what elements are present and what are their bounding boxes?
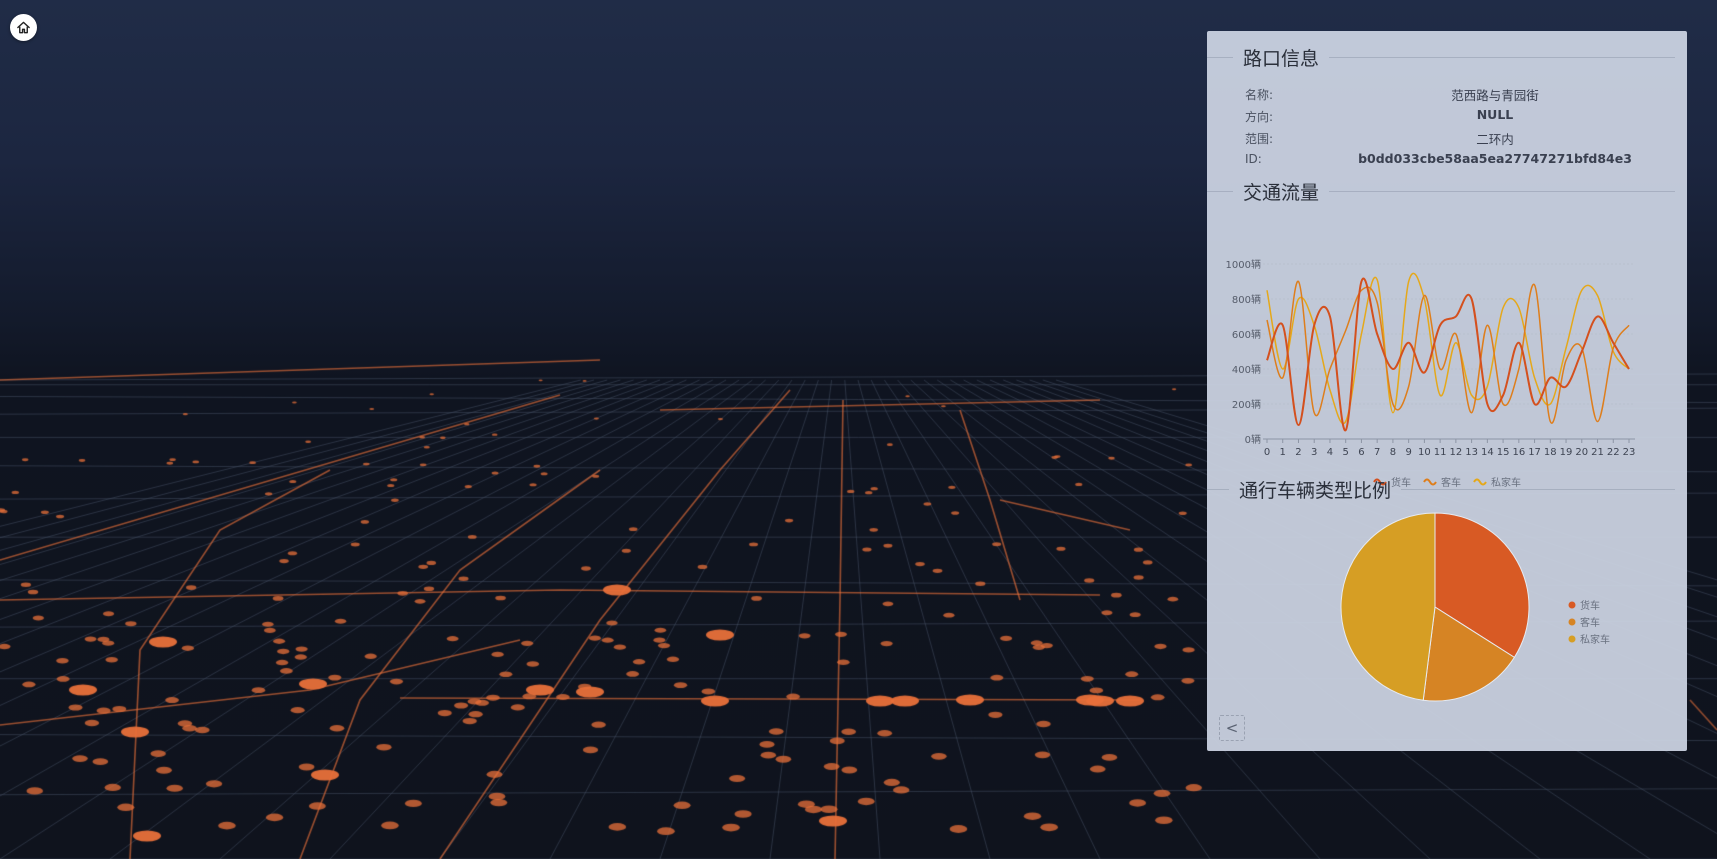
vehicle-ratio-pie-chart[interactable]: 货车客车私家车 — [1207, 511, 1687, 711]
x-tick-label: 17 — [1528, 447, 1541, 458]
legend-label: 客车 — [1580, 616, 1600, 629]
x-tick-label: 15 — [1497, 447, 1510, 458]
y-tick-label: 400辆 — [1232, 363, 1261, 376]
x-tick-label: 19 — [1560, 447, 1573, 458]
pie-legend-item[interactable]: 客车 — [1568, 616, 1601, 629]
x-tick-label: 9 — [1405, 447, 1411, 458]
y-tick-label: 1000辆 — [1226, 258, 1261, 271]
info-value: 二环内 — [1476, 132, 1514, 147]
x-tick-label: 4 — [1327, 447, 1333, 458]
y-tick-label: 0辆 — [1245, 433, 1261, 446]
info-row-direction: 方向: NULL — [1245, 105, 1665, 127]
home-button[interactable] — [10, 14, 37, 41]
x-tick-label: 16 — [1512, 447, 1525, 458]
legend-dot — [1568, 635, 1576, 643]
x-tick-label: 20 — [1575, 447, 1588, 458]
info-value: 范西路与青园街 — [1451, 88, 1539, 103]
intersection-info-header: 路口信息 — [1207, 44, 1687, 70]
x-tick-label: 12 — [1450, 447, 1463, 458]
pie-slice-3[interactable] — [1340, 512, 1436, 701]
x-tick-label: 1 — [1280, 447, 1286, 458]
traffic-flow-line-chart[interactable]: 0辆200辆400辆600辆800辆1000辆0 1 2 3 4 5 6 7 8 9 10 11 12 1… — [1207, 221, 1687, 491]
vehicle-ratio-header: 通行车辆类型比例 — [1207, 476, 1687, 502]
x-tick-label: 5 — [1343, 447, 1349, 458]
vehicle-ratio-title: 通行车辆类型比例 — [1239, 479, 1392, 502]
info-value: NULL — [1476, 107, 1514, 122]
legend-label: 私家车 — [1580, 633, 1610, 646]
x-tick-label: 22 — [1607, 447, 1620, 458]
intersection-panel: 路口信息 名称: 范西路与青园街 方向: NULL 范围: 二环内 ID: b0… — [1207, 31, 1687, 751]
collapse-panel-button[interactable]: < — [1219, 715, 1245, 741]
info-row-name: 名称: 范西路与青园街 — [1245, 83, 1665, 105]
info-row-range: 范围: 二环内 — [1245, 127, 1665, 149]
x-tick-label: 21 — [1591, 447, 1604, 458]
x-tick-label: 8 — [1390, 447, 1396, 458]
x-tick-label: 23 — [1623, 447, 1636, 458]
traffic-flow-title: 交通流量 — [1243, 181, 1320, 204]
info-row-id: ID: b0dd033cbe58aa5ea27747271bfd84e3 — [1245, 149, 1665, 171]
legend-dot — [1568, 618, 1576, 626]
info-label: ID: — [1245, 152, 1262, 166]
intersection-info-title: 路口信息 — [1243, 47, 1320, 70]
legend-label: 货车 — [1580, 599, 1600, 612]
x-tick-label: 2 — [1295, 447, 1301, 458]
traffic-flow-header: 交通流量 — [1207, 178, 1687, 204]
x-tick-label: 10 — [1418, 447, 1431, 458]
info-value: b0dd033cbe58aa5ea27747271bfd84e3 — [1358, 151, 1632, 166]
x-tick-label: 11 — [1434, 447, 1447, 458]
x-tick-label: 14 — [1481, 447, 1494, 458]
home-icon — [17, 21, 30, 34]
y-tick-label: 600辆 — [1232, 328, 1261, 341]
y-tick-label: 800辆 — [1232, 293, 1261, 306]
info-label: 范围: — [1245, 132, 1274, 146]
x-tick-label: 6 — [1358, 447, 1364, 458]
y-tick-label: 200辆 — [1232, 398, 1261, 411]
info-label: 方向: — [1245, 110, 1274, 124]
legend-dot — [1568, 601, 1576, 609]
chevron-left-icon: < — [1225, 719, 1239, 737]
info-label: 名称: — [1245, 88, 1274, 102]
x-tick-label: 7 — [1374, 447, 1380, 458]
x-tick-label: 18 — [1544, 447, 1557, 458]
x-tick-label: 0 — [1264, 447, 1270, 458]
x-tick-label: 3 — [1311, 447, 1317, 458]
pie-legend-item[interactable]: 货车 — [1568, 599, 1601, 612]
pie-legend-item[interactable]: 私家车 — [1568, 633, 1611, 646]
x-tick-label: 13 — [1465, 447, 1478, 458]
